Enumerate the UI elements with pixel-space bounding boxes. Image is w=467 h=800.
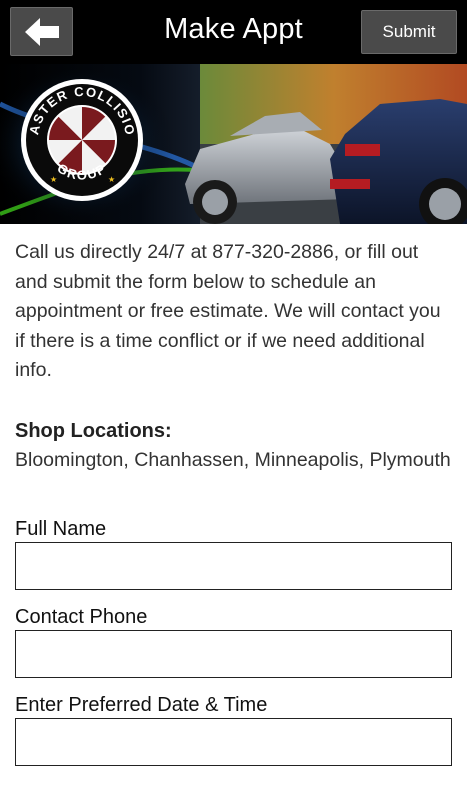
shop-locations-list: Bloomington, Chanhassen, Minneapolis, Pl… [15,448,451,471]
svg-text:★: ★ [50,175,57,184]
contact-phone-label: Contact Phone [15,606,148,628]
banner-image: MASTER COLLISION GROUP ★ ★ [0,64,467,224]
shop-locations-heading: Shop Locations: [15,419,172,442]
full-name-input[interactable] [15,542,452,590]
full-name-label: Full Name [15,518,107,540]
svg-text:★: ★ [108,175,115,184]
intro-text: Call us directly 24/7 at 877-320-2886, o… [15,241,441,381]
form-content: Call us directly 24/7 at 877-320-2886, o… [0,224,467,766]
top-navigation-bar: Make Appt Submit [0,0,467,64]
preferred-datetime-input[interactable] [15,718,452,766]
submit-button[interactable]: Submit [361,10,457,54]
collision-cars-illustration: MASTER COLLISION GROUP ★ ★ [0,64,467,224]
contact-phone-input[interactable] [15,630,452,678]
preferred-datetime-label: Enter Preferred Date & Time [15,694,268,716]
